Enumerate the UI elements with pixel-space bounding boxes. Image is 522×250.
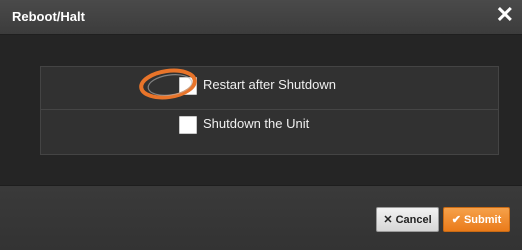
shutdown-checkbox[interactable] (179, 116, 197, 134)
submit-label: Submit (463, 213, 502, 226)
options-panel: Restart after Shutdown Shutdown the Unit (40, 66, 499, 155)
cancel-label: Cancel (395, 213, 432, 226)
cancel-button[interactable]: ✕ Cancel (376, 207, 439, 232)
dialog-title: Reboot/Halt (12, 9, 85, 24)
reboot-halt-dialog: Reboot/Halt ✕ Restart after Shutdown Shu… (0, 0, 522, 250)
restart-checkbox[interactable] (179, 77, 197, 95)
check-icon: ✔ (451, 214, 461, 226)
dialog-content: Restart after Shutdown Shutdown the Unit (0, 35, 522, 185)
submit-button[interactable]: ✔ Submit (443, 207, 510, 232)
dialog-footer: ✕ Cancel ✔ Submit (0, 185, 522, 250)
x-icon: ✕ (383, 214, 393, 226)
divider (41, 109, 498, 110)
shutdown-label: Shutdown the Unit (203, 116, 310, 131)
restart-label: Restart after Shutdown (203, 77, 336, 92)
dialog-titlebar: Reboot/Halt ✕ (0, 0, 522, 35)
close-icon[interactable]: ✕ (496, 3, 514, 27)
